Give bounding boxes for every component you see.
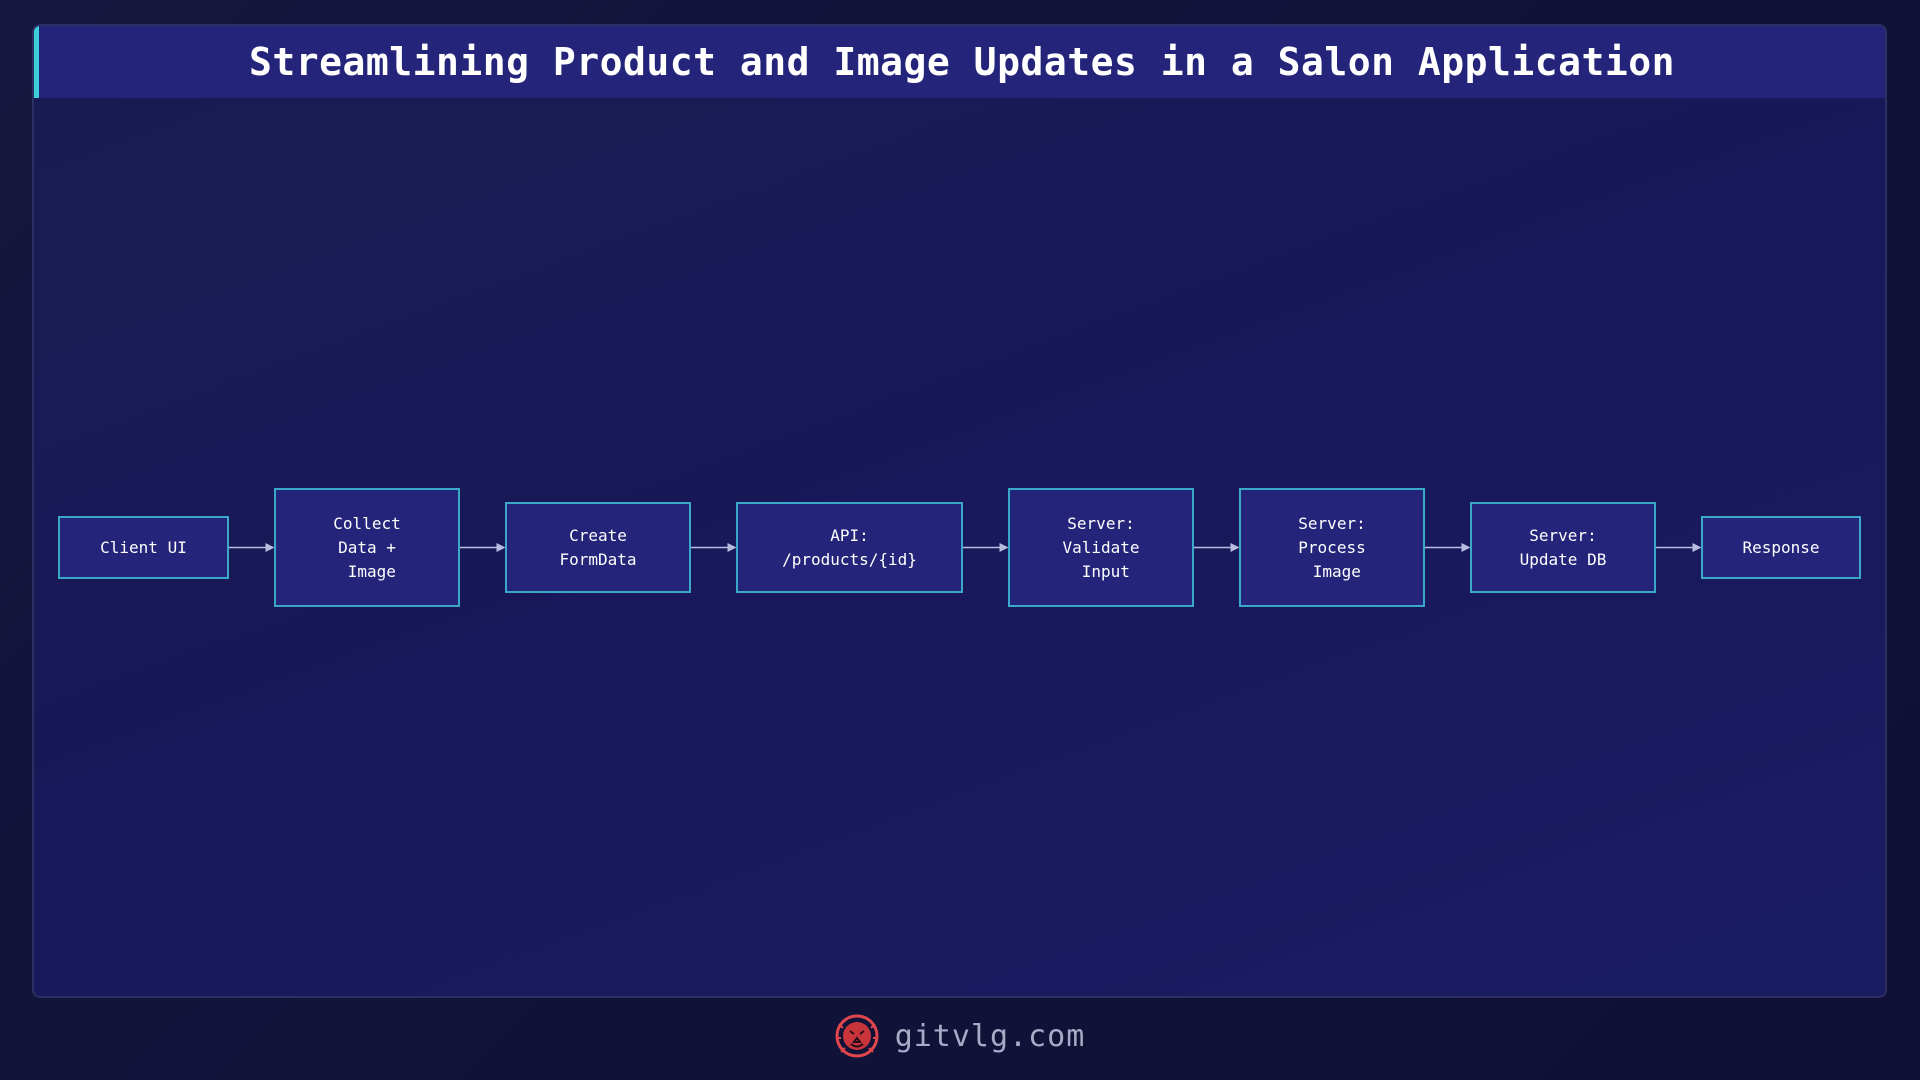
node-server-update: Server: Update DB bbox=[1470, 502, 1656, 593]
node-client-ui: Client UI bbox=[58, 516, 229, 579]
node-api-endpoint: API: /products/{id} bbox=[736, 502, 963, 593]
lion-head-icon bbox=[835, 1014, 879, 1058]
node-response: Response bbox=[1701, 516, 1861, 579]
node-server-process: Server: Process Image bbox=[1239, 488, 1425, 607]
node-create-formdata: Create FormData bbox=[505, 502, 691, 593]
node-collect-data: Collect Data + Image bbox=[274, 488, 460, 607]
node-server-validate: Server: Validate Input bbox=[1008, 488, 1194, 607]
diagram-frame: Streamlining Product and Image Updates i… bbox=[32, 24, 1887, 998]
footer: gitvlg.com bbox=[0, 1008, 1920, 1064]
flow-diagram: Client UI Collect Data + Image Create Fo… bbox=[34, 26, 1885, 996]
site-name[interactable]: gitvlg.com bbox=[895, 1019, 1086, 1054]
